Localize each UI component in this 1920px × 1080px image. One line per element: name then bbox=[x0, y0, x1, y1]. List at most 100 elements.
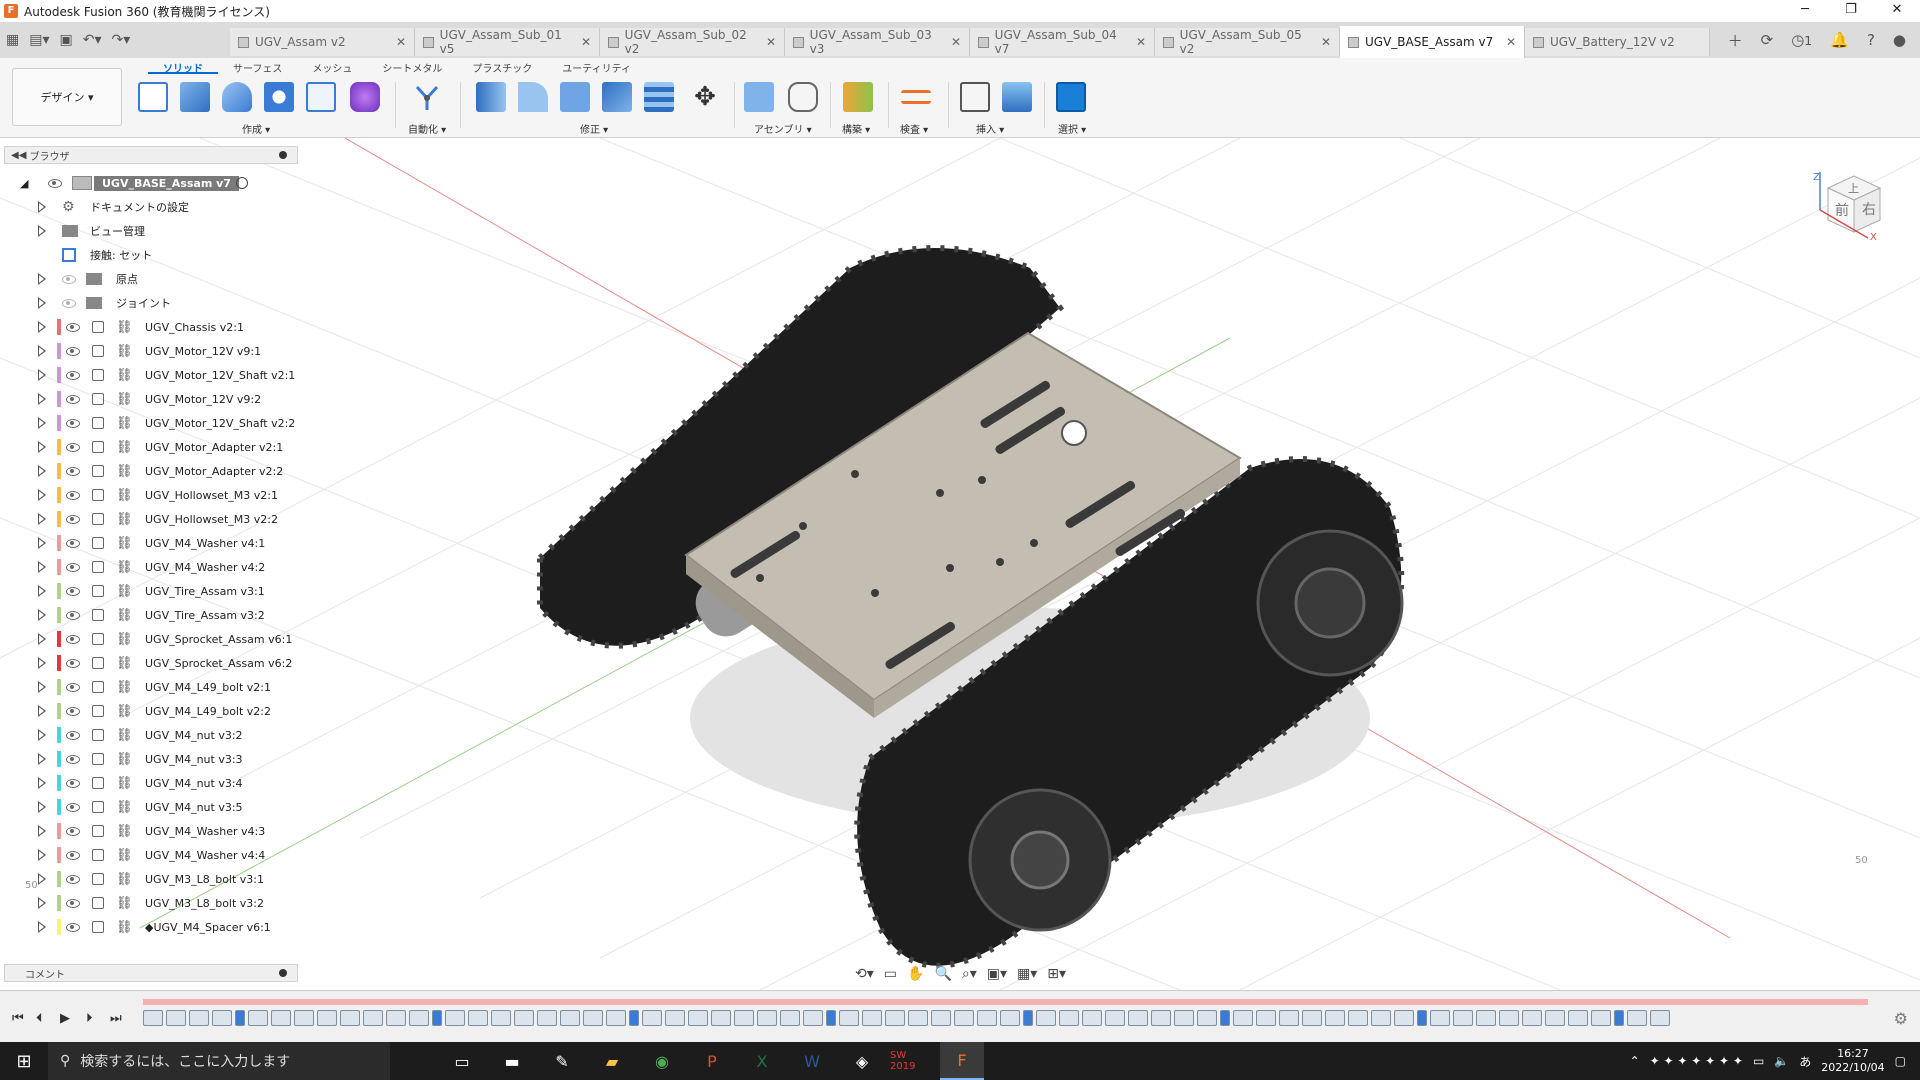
timeline-feature-icon[interactable] bbox=[908, 1010, 928, 1026]
notepad-icon[interactable]: ✎ bbox=[540, 1042, 584, 1080]
doc-tab[interactable]: UGV_Assam_Sub_04 v7 ✕ bbox=[970, 28, 1155, 56]
timeline-feature-icon[interactable] bbox=[1082, 1010, 1102, 1026]
expand-triangle-icon[interactable] bbox=[38, 897, 46, 909]
expand-triangle-icon[interactable] bbox=[38, 921, 46, 933]
visibility-eye-icon[interactable] bbox=[66, 754, 80, 764]
timeline-feature-icon[interactable] bbox=[629, 1010, 639, 1026]
word-icon[interactable]: W bbox=[790, 1042, 834, 1080]
visibility-eye-icon[interactable] bbox=[66, 730, 80, 740]
play-icon[interactable]: ▶ bbox=[60, 1011, 70, 1026]
timeline-feature-icon[interactable] bbox=[1650, 1010, 1670, 1026]
powerpoint-icon[interactable]: P bbox=[690, 1042, 734, 1080]
root-component-name[interactable]: UGV_BASE_Assam v7 bbox=[94, 175, 239, 191]
game-app-icon[interactable]: ◈ bbox=[840, 1042, 884, 1080]
visibility-eye-icon[interactable] bbox=[66, 658, 80, 668]
group-automate[interactable]: 自動化 ▾ bbox=[408, 121, 446, 136]
tab-surface[interactable]: サーフェス bbox=[218, 60, 297, 75]
timeline-feature-icon[interactable] bbox=[734, 1010, 754, 1026]
visibility-eye-icon[interactable] bbox=[66, 826, 80, 836]
new-tab-icon[interactable]: ＋ bbox=[1728, 30, 1743, 51]
visibility-eye-icon[interactable] bbox=[66, 322, 80, 332]
app-grid-icon[interactable]: ▦ bbox=[6, 32, 19, 48]
timeline-feature-icon[interactable] bbox=[537, 1010, 557, 1026]
timeline-feature-icon[interactable] bbox=[1371, 1010, 1391, 1026]
pattern-icon[interactable] bbox=[306, 82, 336, 112]
chrome-icon[interactable]: ◉ bbox=[640, 1042, 684, 1080]
job-status-icon[interactable]: ◷1 bbox=[1791, 31, 1812, 49]
timeline-features[interactable] bbox=[143, 1007, 1868, 1029]
expand-triangle-icon[interactable] bbox=[38, 801, 46, 813]
group-modify[interactable]: 修正 ▾ bbox=[580, 121, 608, 136]
timeline-feature-icon[interactable] bbox=[1023, 1010, 1033, 1026]
extrude-icon[interactable] bbox=[180, 82, 210, 112]
expand-triangle-icon[interactable] bbox=[38, 657, 46, 669]
canvas-viewport[interactable]: 50 50 Z X 前 右 上 bbox=[0, 138, 1920, 990]
timeline-feature-icon[interactable] bbox=[1476, 1010, 1496, 1026]
expand-triangle-icon[interactable] bbox=[38, 633, 46, 645]
timeline-feature-icon[interactable] bbox=[1453, 1010, 1473, 1026]
timeline-feature-icon[interactable] bbox=[468, 1010, 488, 1026]
help-icon[interactable]: ? bbox=[1867, 31, 1875, 49]
expand-triangle-icon[interactable] bbox=[38, 417, 46, 429]
timeline-feature-icon[interactable] bbox=[1000, 1010, 1020, 1026]
doc-tab[interactable]: UGV_Battery_12V v2 bbox=[1525, 28, 1710, 56]
timeline-feature-icon[interactable] bbox=[212, 1010, 232, 1026]
timeline-feature-icon[interactable] bbox=[1568, 1010, 1588, 1026]
expand-triangle-icon[interactable] bbox=[38, 489, 46, 501]
visibility-eye-icon[interactable] bbox=[66, 586, 80, 596]
visibility-eye-icon[interactable] bbox=[66, 706, 80, 716]
group-create[interactable]: 作成 ▾ bbox=[242, 121, 270, 136]
expand-triangle-icon[interactable] bbox=[38, 225, 46, 237]
solidworks-icon[interactable]: SW 2019 bbox=[890, 1042, 934, 1080]
expand-triangle-icon[interactable] bbox=[38, 849, 46, 861]
taskbar-clock[interactable]: 16:27 2022/10/04 bbox=[1821, 1047, 1884, 1075]
timeline-feature-icon[interactable] bbox=[803, 1010, 823, 1026]
doc-tab[interactable]: UGV_Assam v2 ✕ bbox=[230, 28, 415, 56]
expand-triangle-icon[interactable] bbox=[38, 753, 46, 765]
close-tab-icon[interactable]: ✕ bbox=[1136, 35, 1146, 49]
timeline-feature-icon[interactable] bbox=[977, 1010, 997, 1026]
add-comment-icon[interactable] bbox=[279, 969, 287, 977]
timeline-feature-icon[interactable] bbox=[711, 1010, 731, 1026]
go-to-start-icon[interactable]: ⏮ bbox=[12, 1011, 24, 1026]
model-canvas[interactable]: 50 50 bbox=[0, 138, 1920, 990]
group-select[interactable]: 選択 ▾ bbox=[1058, 121, 1086, 136]
expand-triangle-icon[interactable] bbox=[38, 201, 46, 213]
visibility-eye-icon[interactable] bbox=[66, 490, 80, 500]
timeline-feature-icon[interactable] bbox=[248, 1010, 268, 1026]
move-icon[interactable]: ✥ bbox=[690, 82, 720, 112]
timeline-feature-icon[interactable] bbox=[1545, 1010, 1565, 1026]
timeline-feature-icon[interactable] bbox=[1591, 1010, 1611, 1026]
workspace-switcher[interactable]: デザイン ▾ bbox=[12, 68, 122, 126]
press-pull-icon[interactable] bbox=[476, 82, 506, 112]
view-cube[interactable]: Z X 前 右 上 bbox=[1808, 170, 1888, 243]
group-assemble[interactable]: アセンブリ ▾ bbox=[754, 121, 812, 136]
notifications-icon[interactable]: ▢ bbox=[1895, 1054, 1906, 1068]
timeline-feature-icon[interactable] bbox=[780, 1010, 800, 1026]
timeline-feature-icon[interactable] bbox=[1627, 1010, 1647, 1026]
timeline-feature-icon[interactable] bbox=[340, 1010, 360, 1026]
tab-utilities[interactable]: ユーティリティ bbox=[547, 60, 646, 75]
tab-sheet-metal[interactable]: シートメタル bbox=[367, 60, 457, 75]
expand-triangle-icon[interactable] bbox=[38, 393, 46, 405]
new-component-icon[interactable] bbox=[744, 82, 774, 112]
timeline-feature-icon[interactable] bbox=[409, 1010, 429, 1026]
timeline-feature-icon[interactable] bbox=[143, 1010, 163, 1026]
timeline-settings-icon[interactable]: ⚙ bbox=[1894, 1009, 1908, 1028]
doc-tab[interactable]: UGV_Assam_Sub_01 v5 ✕ bbox=[415, 28, 600, 56]
create-sketch-icon[interactable] bbox=[138, 82, 168, 112]
visibility-eye-icon[interactable] bbox=[66, 346, 80, 356]
visibility-eye-icon[interactable] bbox=[66, 514, 80, 524]
expand-triangle-icon[interactable] bbox=[38, 465, 46, 477]
pan-icon[interactable]: ✋ bbox=[907, 966, 924, 982]
timeline-feature-icon[interactable] bbox=[189, 1010, 209, 1026]
panel-pin-icon[interactable] bbox=[279, 151, 287, 159]
visibility-eye-icon[interactable] bbox=[66, 466, 80, 476]
joint-icon[interactable] bbox=[788, 82, 818, 112]
select-icon[interactable] bbox=[1056, 82, 1086, 112]
windows-start-icon[interactable]: ⊞ bbox=[0, 1042, 48, 1080]
step-forward-icon[interactable]: ⏵ bbox=[86, 1011, 93, 1026]
timeline-feature-icon[interactable] bbox=[1105, 1010, 1125, 1026]
timeline-feature-icon[interactable] bbox=[642, 1010, 662, 1026]
timeline-feature-icon[interactable] bbox=[432, 1010, 442, 1026]
